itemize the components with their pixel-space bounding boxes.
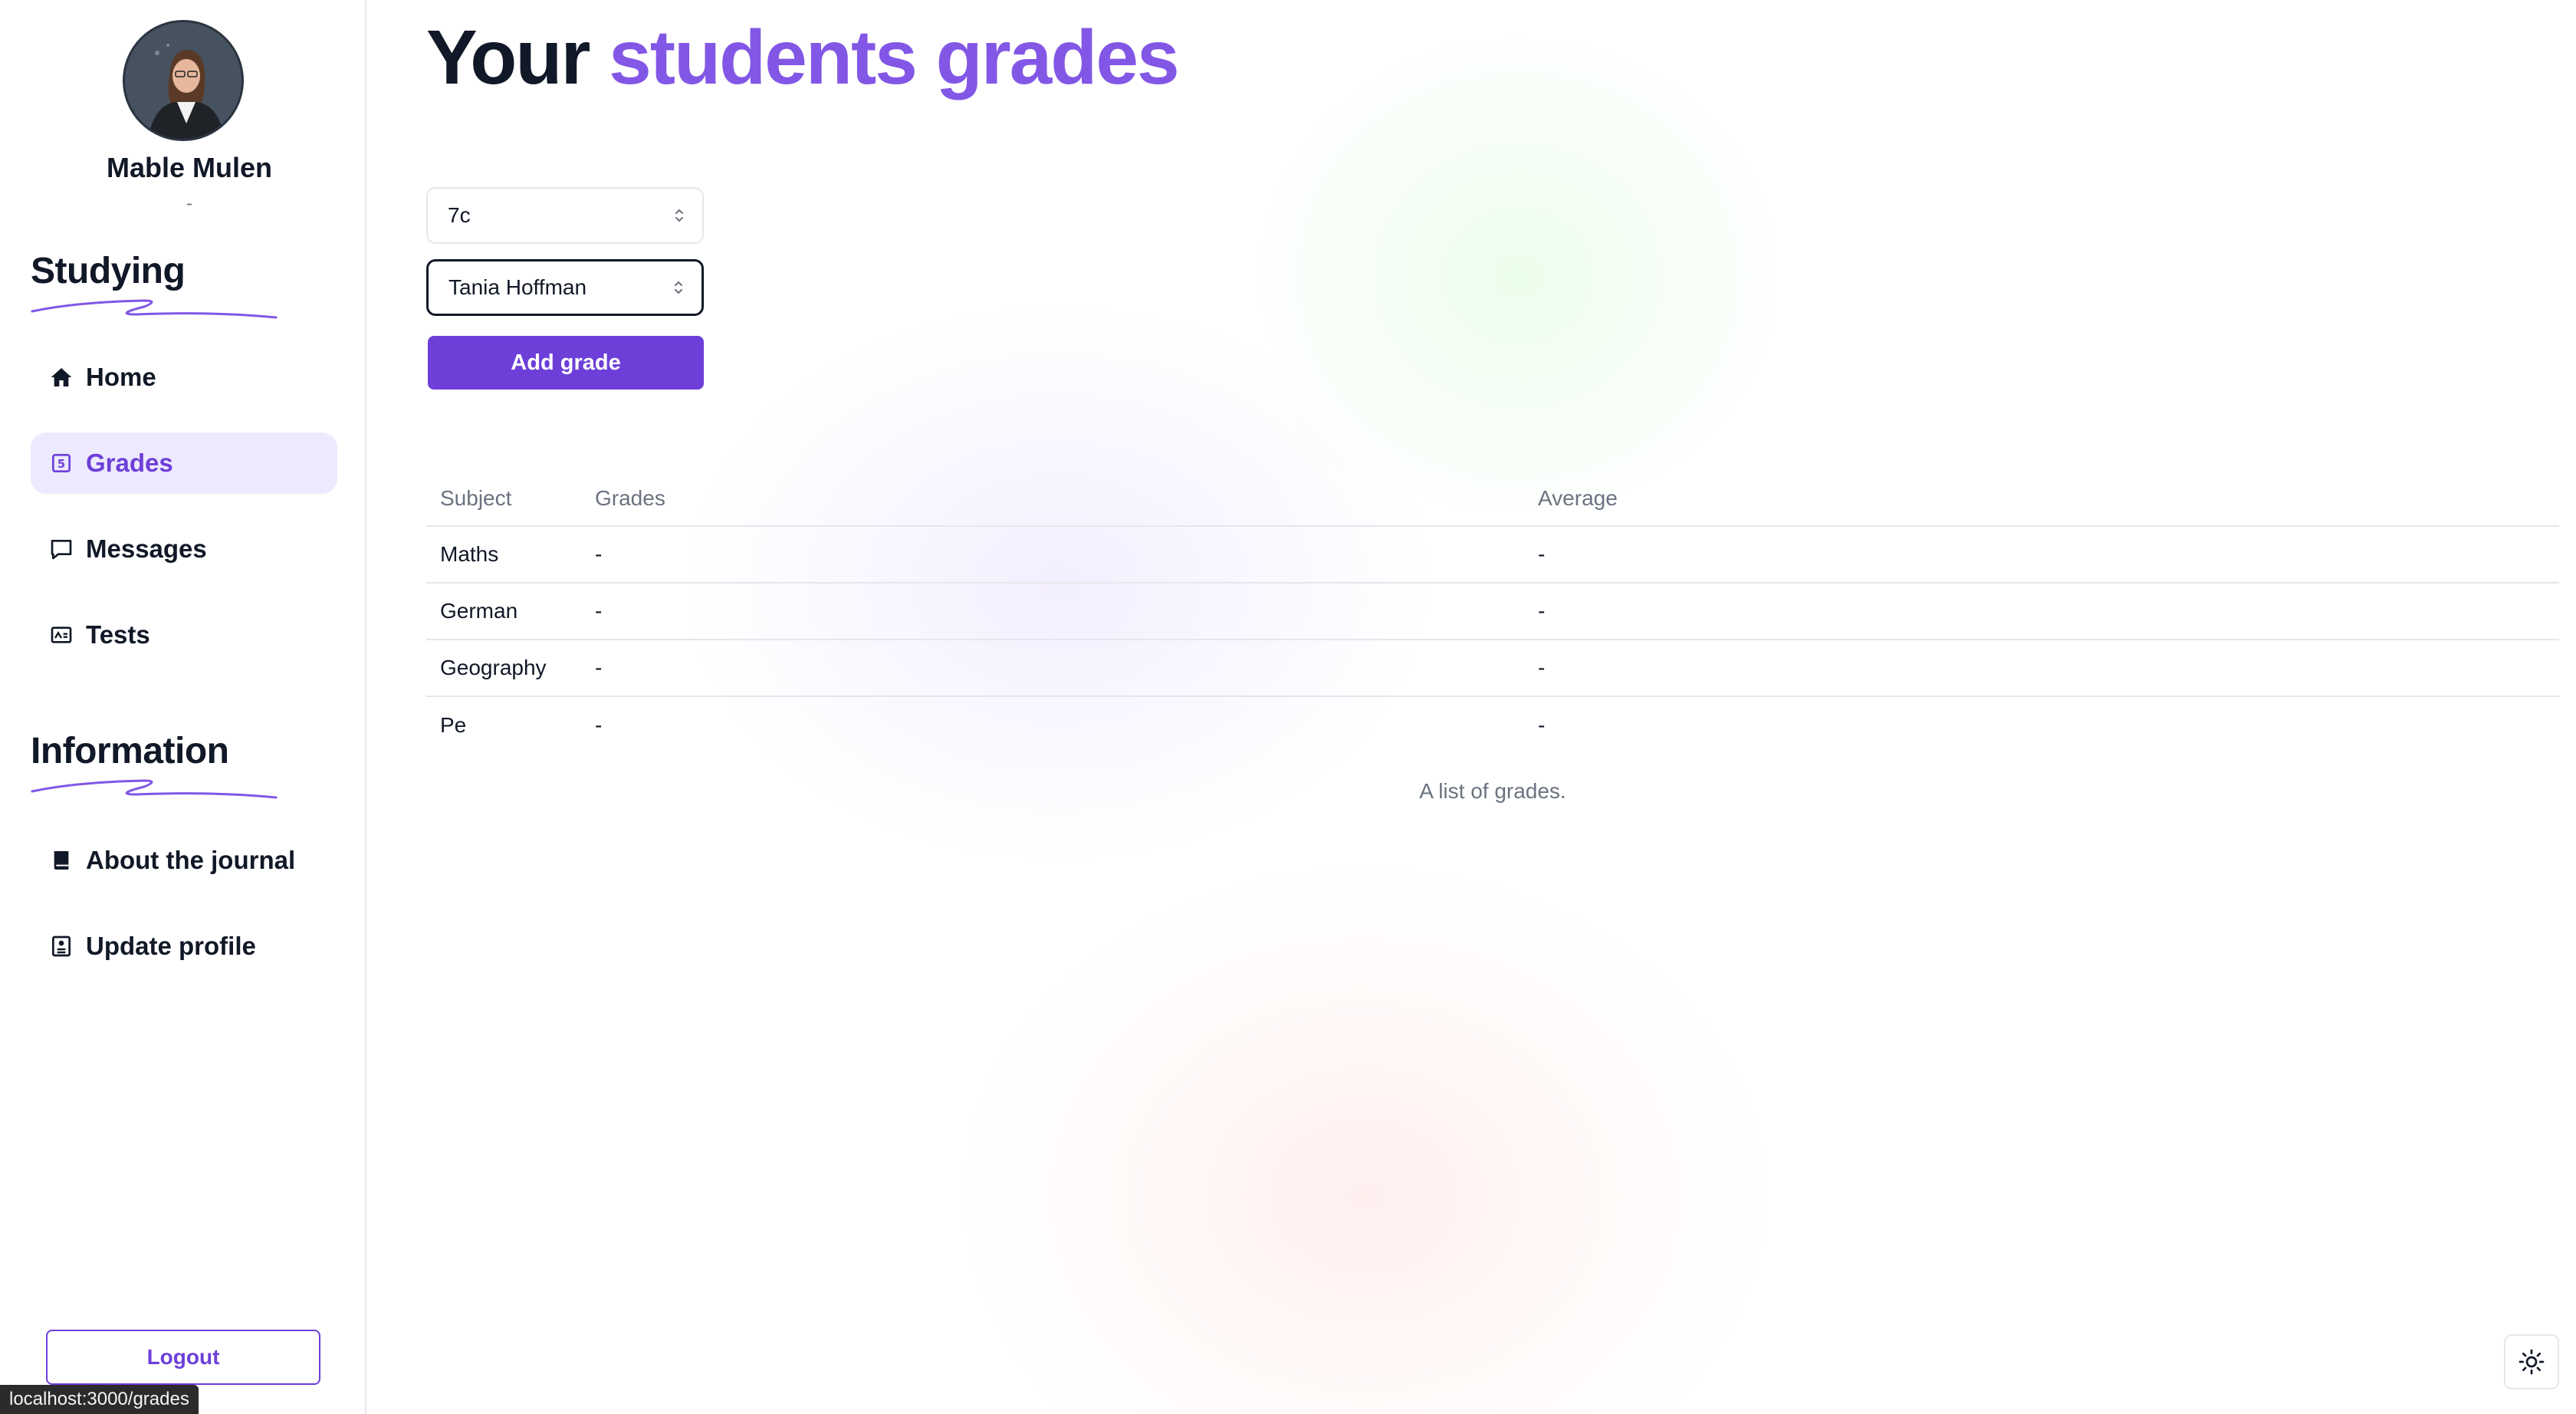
sidebar-item-label: Tests xyxy=(86,620,150,649)
profile-icon xyxy=(48,932,75,960)
cell-average: - xyxy=(1538,712,1546,737)
page-title: Your students grades xyxy=(426,14,1180,102)
message-icon xyxy=(48,535,75,563)
avatar xyxy=(123,20,244,141)
column-header-grades: Grades xyxy=(581,471,1524,527)
avatar-image xyxy=(125,22,242,139)
sidebar-item-label: Home xyxy=(86,363,156,391)
cell-subject: Geography xyxy=(426,640,581,697)
sidebar-item-home[interactable]: Home xyxy=(31,347,337,408)
sidebar-item-label: About the journal xyxy=(86,846,296,874)
logout-button[interactable]: Logout xyxy=(46,1330,320,1385)
sidebar-item-update-profile[interactable]: Update profile xyxy=(31,916,337,977)
grades-table: Subject Grades Average Maths - - German … xyxy=(426,471,2559,753)
cell-grades: - xyxy=(595,712,603,737)
squiggle-underline xyxy=(31,779,278,799)
page-title-prefix: Your xyxy=(426,15,590,100)
cell-subject: German xyxy=(426,583,581,640)
sidebar-item-about[interactable]: About the journal xyxy=(31,830,337,891)
book-icon xyxy=(48,847,75,874)
main-content: Your students grades 7c Tania Hoffman Ad… xyxy=(368,0,2576,1414)
sidebar-item-tests[interactable]: Tests xyxy=(31,604,337,666)
section-title-studying: Studying xyxy=(31,251,186,291)
sidebar-item-grades[interactable]: 5 Grades xyxy=(31,432,337,494)
table-caption: A list of grades. xyxy=(1419,779,1566,803)
table-row: Maths - - xyxy=(426,526,2559,584)
sidebar-item-label: Update profile xyxy=(86,932,256,960)
sun-icon xyxy=(2518,1349,2545,1375)
chevron-up-down-icon xyxy=(675,209,683,222)
class-select[interactable]: 7c xyxy=(426,187,704,244)
cell-subject: Maths xyxy=(426,526,581,584)
column-header-subject: Subject xyxy=(426,471,581,527)
svg-text:5: 5 xyxy=(58,458,65,471)
class-select-value: 7c xyxy=(448,203,471,227)
table-row: Geography - - xyxy=(426,640,2559,697)
grades-icon: 5 xyxy=(48,449,75,477)
section-title-information: Information xyxy=(31,731,229,771)
cell-average: - xyxy=(1524,526,2559,584)
cell-average: - xyxy=(1524,640,2559,697)
column-header-average: Average xyxy=(1524,471,2559,527)
home-icon xyxy=(48,363,75,391)
student-select[interactable]: Tania Hoffman xyxy=(426,259,704,316)
sidebar-item-messages[interactable]: Messages xyxy=(31,518,337,580)
cell-grades: - xyxy=(581,640,1524,697)
tests-icon xyxy=(48,621,75,649)
chevron-up-down-icon xyxy=(675,281,682,294)
user-subtitle: - xyxy=(186,193,192,214)
status-url-tooltip: localhost:3000/grades xyxy=(0,1385,199,1414)
sidebar: Mable Mulen - Studying Home 5 Grades Mes… xyxy=(0,0,366,1414)
student-select-value: Tania Hoffman xyxy=(449,275,587,299)
cell-subject: Pe xyxy=(440,712,467,737)
table-row: Pe - - xyxy=(426,696,2559,753)
cell-average: - xyxy=(1524,583,2559,640)
cell-grades: - xyxy=(581,526,1524,584)
table-header-row: Subject Grades Average xyxy=(426,471,2559,527)
theme-toggle-button[interactable] xyxy=(2504,1334,2559,1389)
user-name: Mable Mulen xyxy=(106,152,273,183)
squiggle-underline xyxy=(31,299,278,319)
sidebar-item-label: Grades xyxy=(86,449,173,477)
page-title-accent: students grades xyxy=(609,15,1179,100)
add-grade-button[interactable]: Add grade xyxy=(428,336,704,390)
table-row: German - - xyxy=(426,583,2559,640)
sidebar-item-label: Messages xyxy=(86,534,207,563)
cell-grades: - xyxy=(581,583,1524,640)
